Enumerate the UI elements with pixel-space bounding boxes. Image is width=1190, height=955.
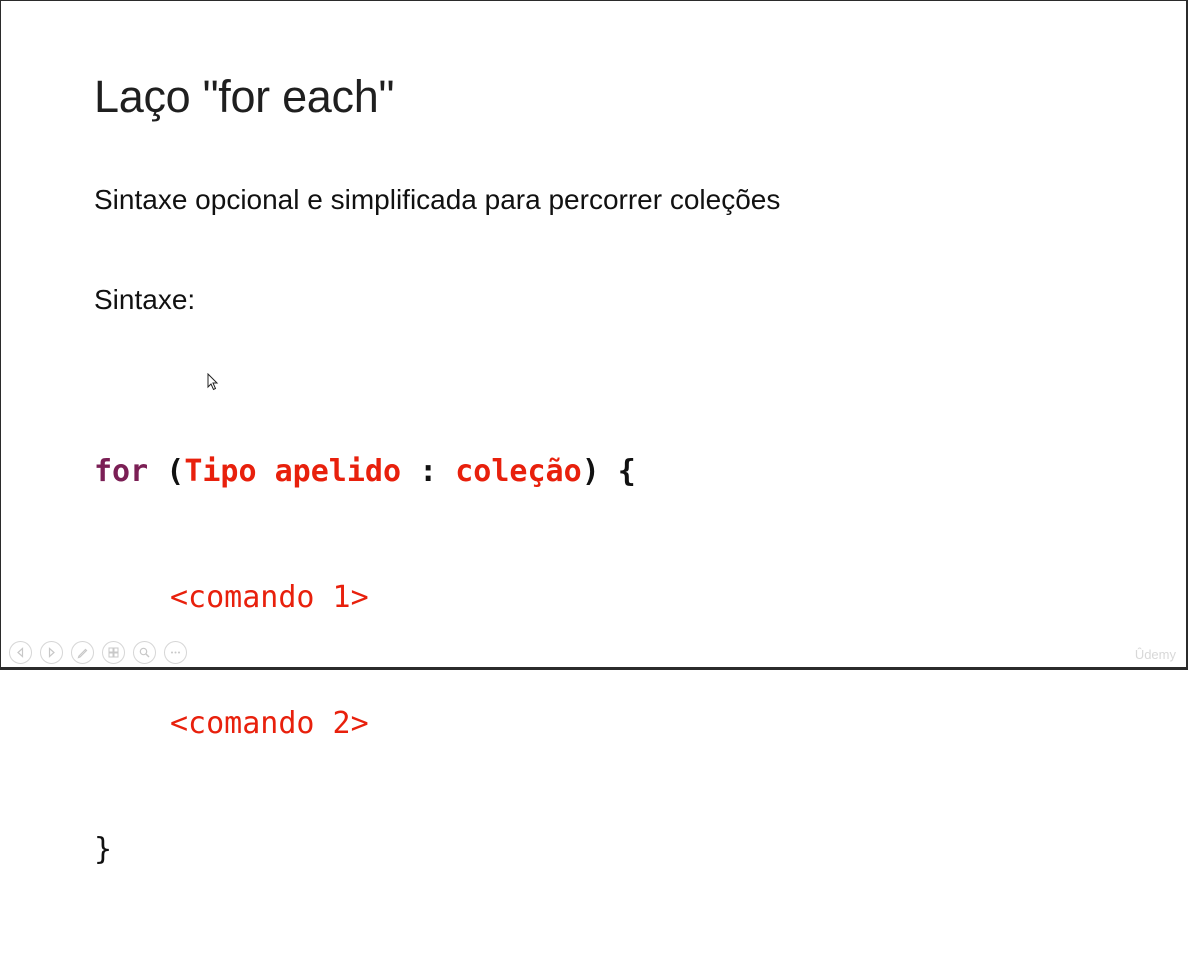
zoom-icon: [139, 647, 150, 658]
code-close-paren-brace: ) {: [581, 454, 636, 489]
syntax-label: Sintaxe:: [94, 284, 196, 315]
more-options-button[interactable]: [164, 641, 187, 664]
slideshow-controls: [9, 641, 187, 664]
slide-frame: Laço "for each" Sintaxe opcional e simpl…: [0, 0, 1188, 867]
code-line-4: }: [94, 829, 636, 871]
see-all-slides-button[interactable]: [102, 641, 125, 664]
next-slide-button[interactable]: [40, 641, 63, 664]
slide-title: Laço "for each": [94, 71, 395, 122]
code-open-paren: (: [166, 454, 185, 489]
code-type-alias: Tipo apelido: [184, 454, 402, 489]
pen-tool-button[interactable]: [71, 641, 94, 664]
code-command-2: <comando 2>: [170, 706, 369, 741]
slide-subtitle: Sintaxe opcional e simplificada para per…: [94, 184, 781, 215]
code-line-2: <comando 1>: [94, 577, 636, 619]
code-keyword-for: for: [94, 454, 149, 489]
slides-icon: [108, 647, 119, 658]
more-icon: [171, 651, 180, 654]
pen-icon: [77, 648, 88, 659]
next-icon: [48, 647, 55, 658]
udemy-watermark: Ûdemy: [1134, 647, 1176, 662]
code-line-1: for (Tipo apelido : coleção) {: [94, 451, 636, 493]
code-colon: :: [419, 454, 438, 489]
previous-slide-button[interactable]: [9, 641, 32, 664]
zoom-button[interactable]: [133, 641, 156, 664]
code-command-1: <comando 1>: [170, 580, 369, 615]
code-closing-brace: }: [94, 832, 113, 867]
code-line-3: <comando 2>: [94, 703, 636, 745]
previous-icon: [17, 647, 24, 658]
mouse-cursor-icon: [207, 373, 219, 391]
code-collection: coleção: [455, 454, 582, 489]
